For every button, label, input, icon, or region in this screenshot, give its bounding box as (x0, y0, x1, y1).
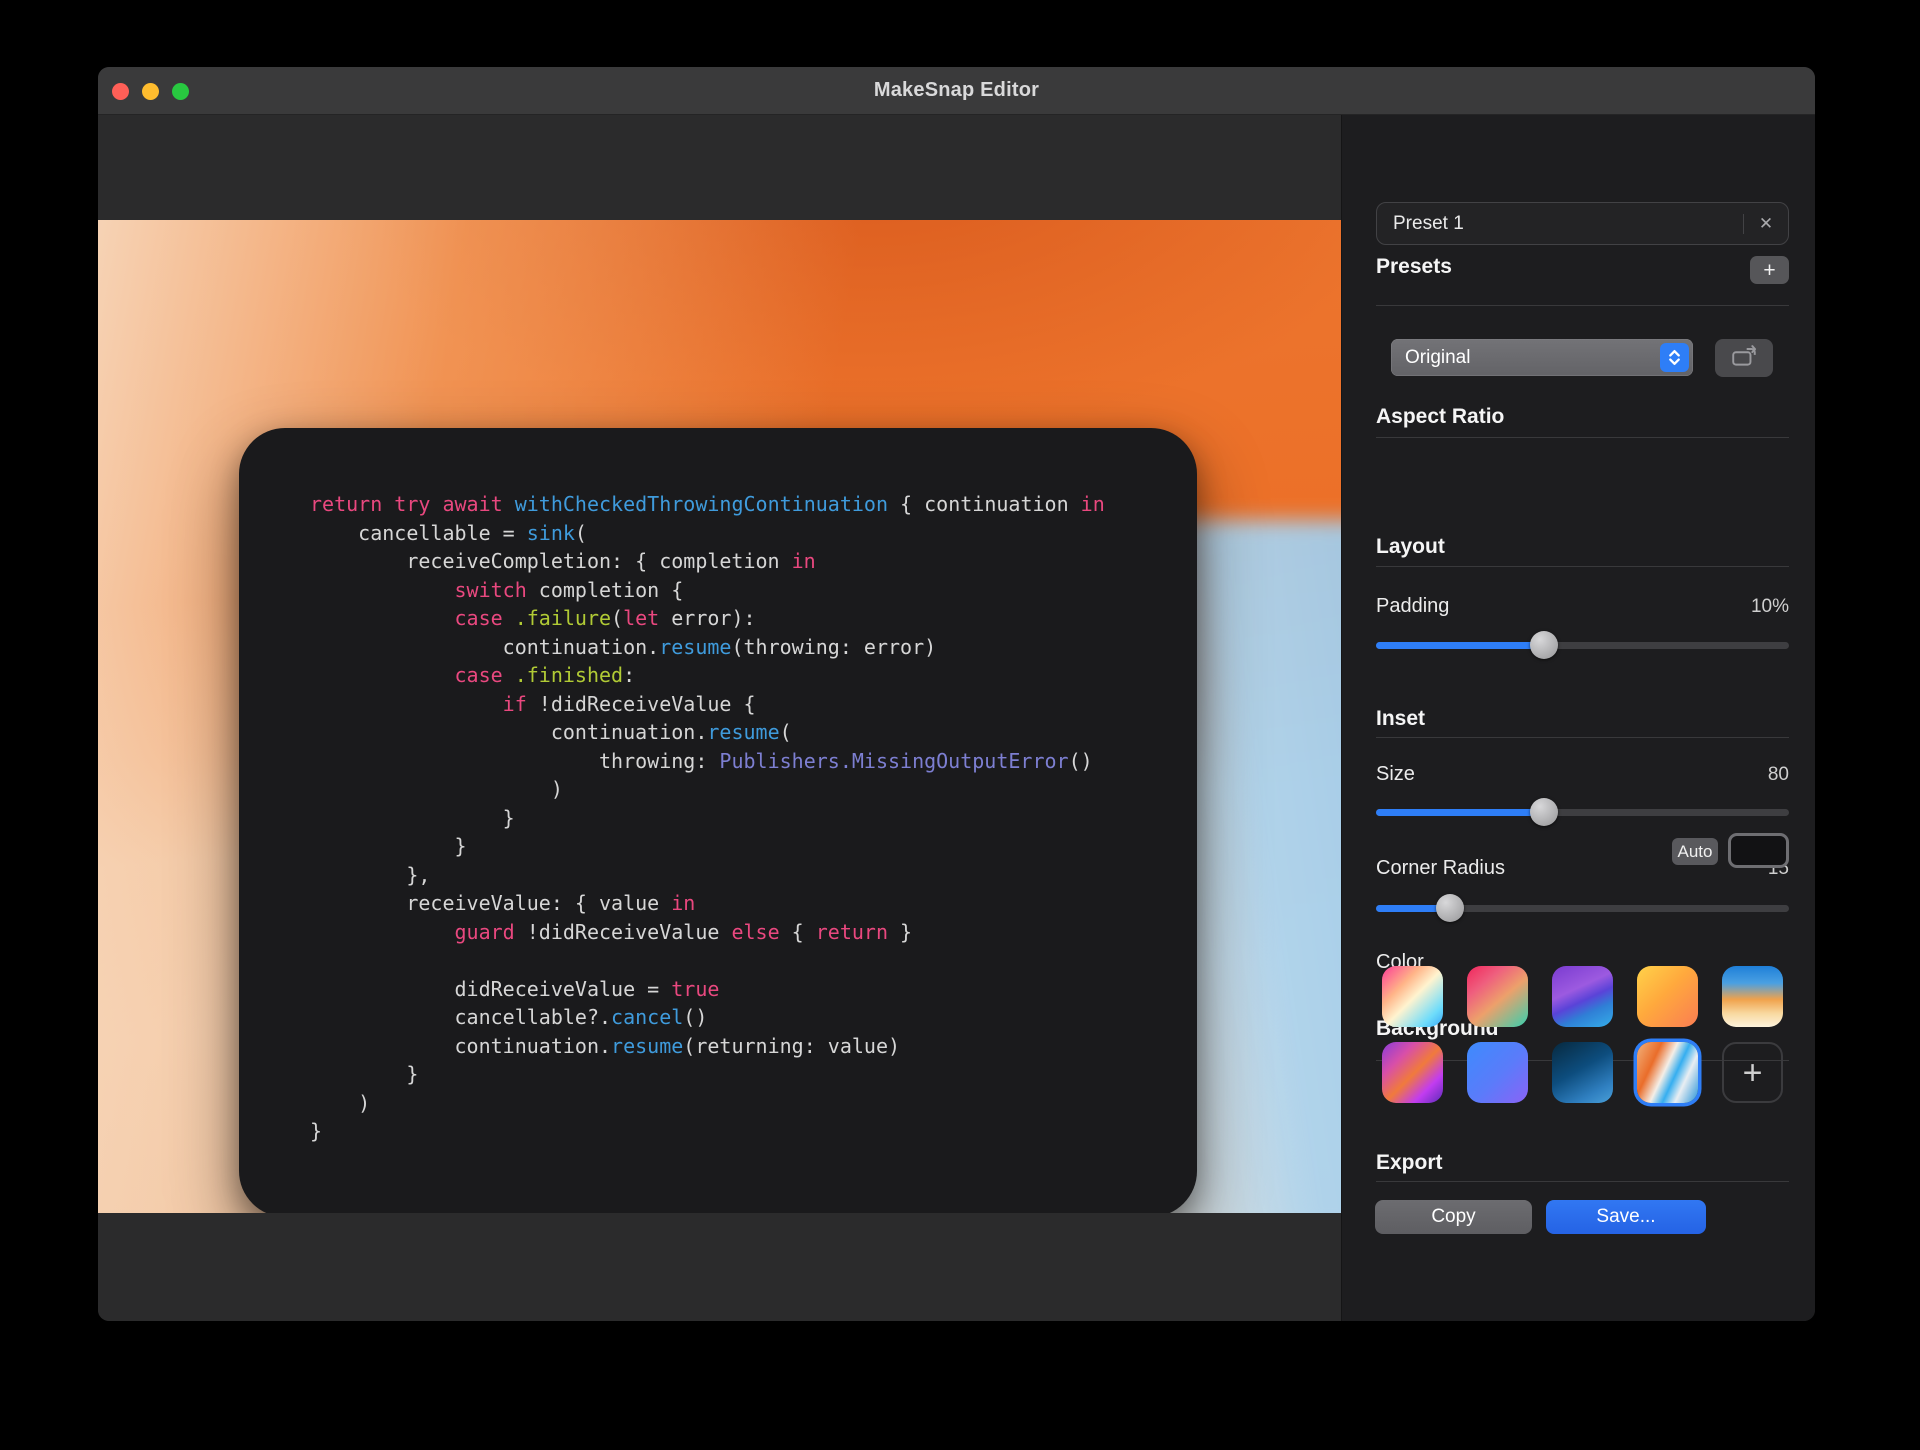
remove-preset-button[interactable]: ✕ (1744, 214, 1788, 234)
minimize-window-button[interactable] (142, 83, 159, 100)
add-background-button[interactable]: + (1722, 1042, 1783, 1103)
background-swatch-pink-cream-cyan[interactable] (1382, 966, 1443, 1027)
padding-label: Padding (1376, 595, 1449, 618)
section-divider (1376, 1181, 1789, 1182)
background-swatch-orange-blue-swirl[interactable] (1637, 1042, 1698, 1103)
corner-radius-label: Corner Radius (1376, 857, 1505, 880)
background-swatch-blue-orange-haze[interactable] (1722, 966, 1783, 1027)
background-swatch-orange-amber[interactable] (1637, 966, 1698, 1027)
background-swatch-dark-blue-clouds[interactable] (1552, 1042, 1613, 1103)
size-label: Size (1376, 763, 1415, 786)
plus-icon: + (1743, 1056, 1763, 1090)
zoom-window-button[interactable] (172, 83, 189, 100)
background-swatch-magenta-orange-teal[interactable] (1467, 966, 1528, 1027)
traffic-lights (112, 67, 189, 115)
size-slider[interactable] (1376, 798, 1789, 826)
slider-fill (1376, 809, 1541, 816)
slider-knob[interactable] (1436, 894, 1464, 922)
slider-knob[interactable] (1530, 798, 1558, 826)
corner-radius-slider[interactable] (1376, 894, 1789, 922)
padding-value: 10% (1751, 596, 1789, 618)
preview-canvas: return try await withCheckedThrowingCont… (98, 115, 1341, 1321)
section-divider (1376, 737, 1789, 738)
background-swatch-nebula[interactable] (1382, 1042, 1443, 1103)
padding-slider[interactable] (1376, 631, 1789, 659)
layout-header: Layout (1376, 535, 1445, 559)
export-header: Export (1376, 1151, 1443, 1175)
section-divider (1376, 305, 1789, 306)
app-window: MakeSnap Editor return try await withChe… (98, 67, 1815, 1321)
popup-stepper-icon (1660, 343, 1689, 372)
aspect-ratio-header: Aspect Ratio (1376, 405, 1504, 429)
add-preset-button[interactable]: + (1750, 256, 1789, 284)
aspect-ratio-select[interactable]: Original (1391, 339, 1693, 376)
background-swatch-blue-violet[interactable] (1467, 1042, 1528, 1103)
background-swatch-purple-blue-wave[interactable] (1552, 966, 1613, 1027)
aspect-ratio-selected-value: Original (1391, 347, 1660, 369)
swap-orientation-button[interactable] (1715, 339, 1773, 377)
inset-header: Inset (1376, 707, 1425, 731)
section-divider (1376, 566, 1789, 567)
background-swatch-row: + (1382, 1042, 1783, 1103)
color-well[interactable] (1728, 833, 1789, 868)
size-value: 80 (1768, 764, 1789, 786)
window-title: MakeSnap Editor (874, 79, 1039, 102)
preset-name: Preset 1 (1377, 213, 1743, 235)
rotate-rectangle-icon (1730, 344, 1758, 373)
slider-fill (1376, 642, 1541, 649)
code-window: return try await withCheckedThrowingCont… (239, 428, 1197, 1213)
window-content: return try await withCheckedThrowingCont… (98, 115, 1815, 1321)
auto-color-button[interactable]: Auto (1672, 838, 1718, 865)
settings-sidebar: Presets + Preset 1 ✕ Aspect Ratio Origin… (1341, 115, 1815, 1321)
presets-header: Presets (1376, 255, 1452, 279)
background-image: return try await withCheckedThrowingCont… (98, 220, 1341, 1213)
background-swatch-row (1382, 966, 1783, 1027)
titlebar[interactable]: MakeSnap Editor (98, 67, 1815, 115)
section-divider (1376, 437, 1789, 438)
save-button[interactable]: Save... (1546, 1200, 1706, 1234)
close-window-button[interactable] (112, 83, 129, 100)
desktop-background: MakeSnap Editor return try await withChe… (0, 0, 1920, 1450)
slider-fill (1376, 905, 1440, 912)
copy-button[interactable]: Copy (1375, 1200, 1532, 1234)
plus-icon: + (1763, 260, 1775, 281)
preset-item[interactable]: Preset 1 ✕ (1376, 202, 1789, 245)
slider-knob[interactable] (1530, 631, 1558, 659)
code-block: return try await withCheckedThrowingCont… (310, 490, 1177, 1146)
